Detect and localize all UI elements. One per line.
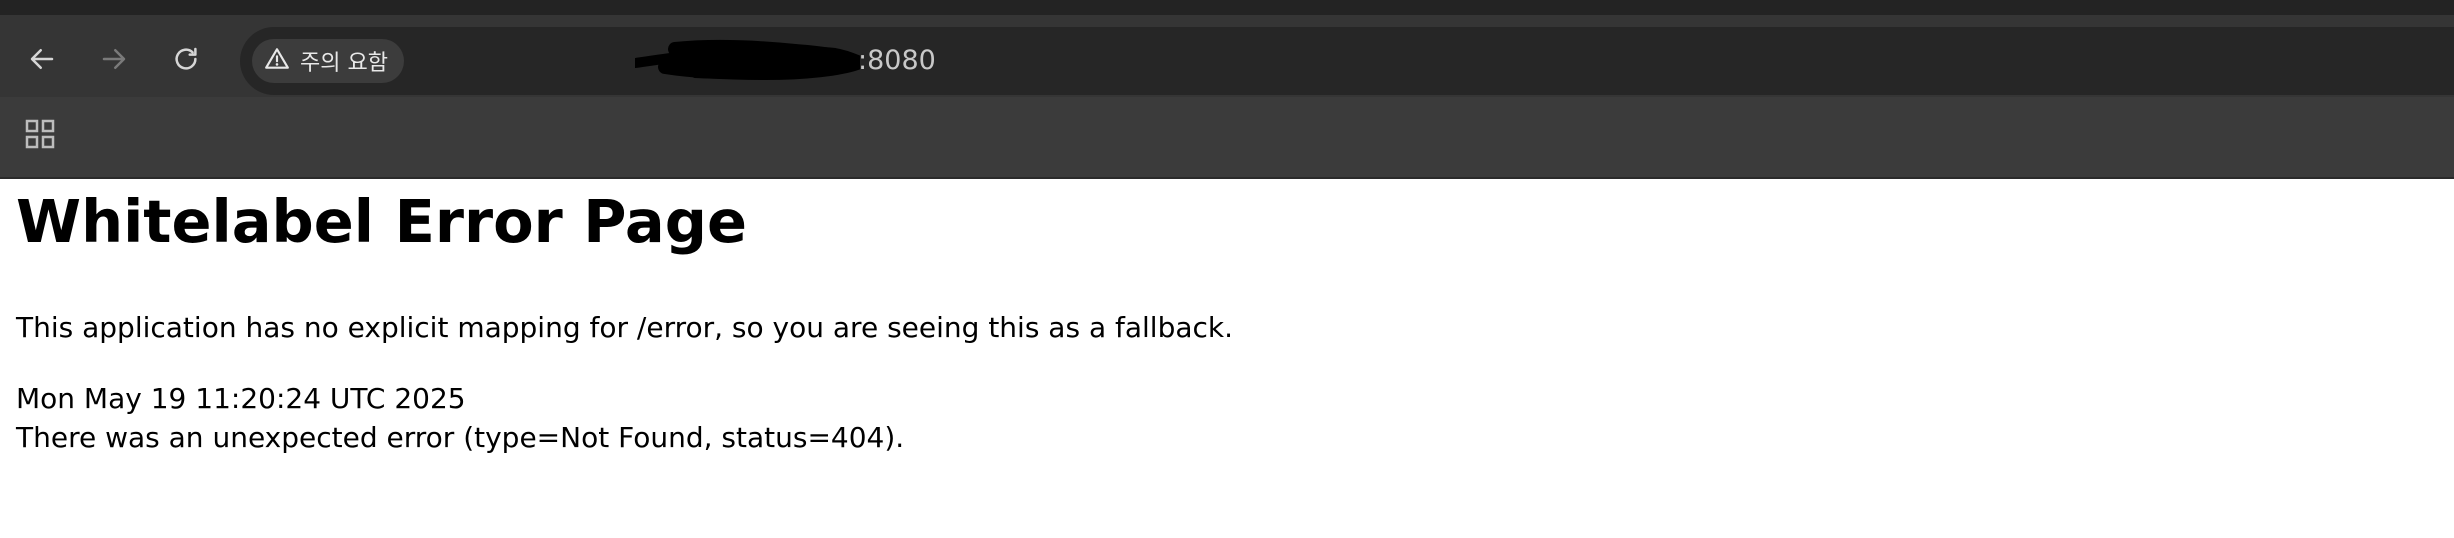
reload-icon — [171, 44, 201, 74]
url-text: :8080 — [858, 45, 936, 76]
error-explanation: This application has no explicit mapping… — [16, 311, 1234, 344]
error-timestamp: Mon May 19 11:20:24 UTC 2025 — [16, 382, 466, 415]
forward-button[interactable] — [92, 37, 136, 81]
forward-arrow-icon — [99, 44, 129, 74]
tab-strip — [0, 0, 2454, 15]
security-chip-label: 주의 요함 — [300, 51, 388, 76]
back-button[interactable] — [20, 37, 64, 81]
warning-triangle-icon — [264, 46, 290, 76]
error-detail: There was an unexpected error (type=Not … — [16, 421, 905, 454]
security-status-chip[interactable]: 주의 요함 — [252, 39, 404, 83]
address-bar[interactable]: 주의 요함 :8080 — [240, 27, 2454, 95]
page-title: Whitelabel Error Page — [16, 187, 747, 256]
url-redaction-scribble — [635, 39, 860, 81]
apps-grid-icon[interactable] — [24, 118, 56, 150]
browser-window: 주의 요함 :8080 Whitelabel Error Page This a… — [0, 0, 2454, 538]
bookmarks-bar — [0, 97, 2454, 179]
reload-button[interactable] — [164, 37, 208, 81]
back-arrow-icon — [27, 44, 57, 74]
